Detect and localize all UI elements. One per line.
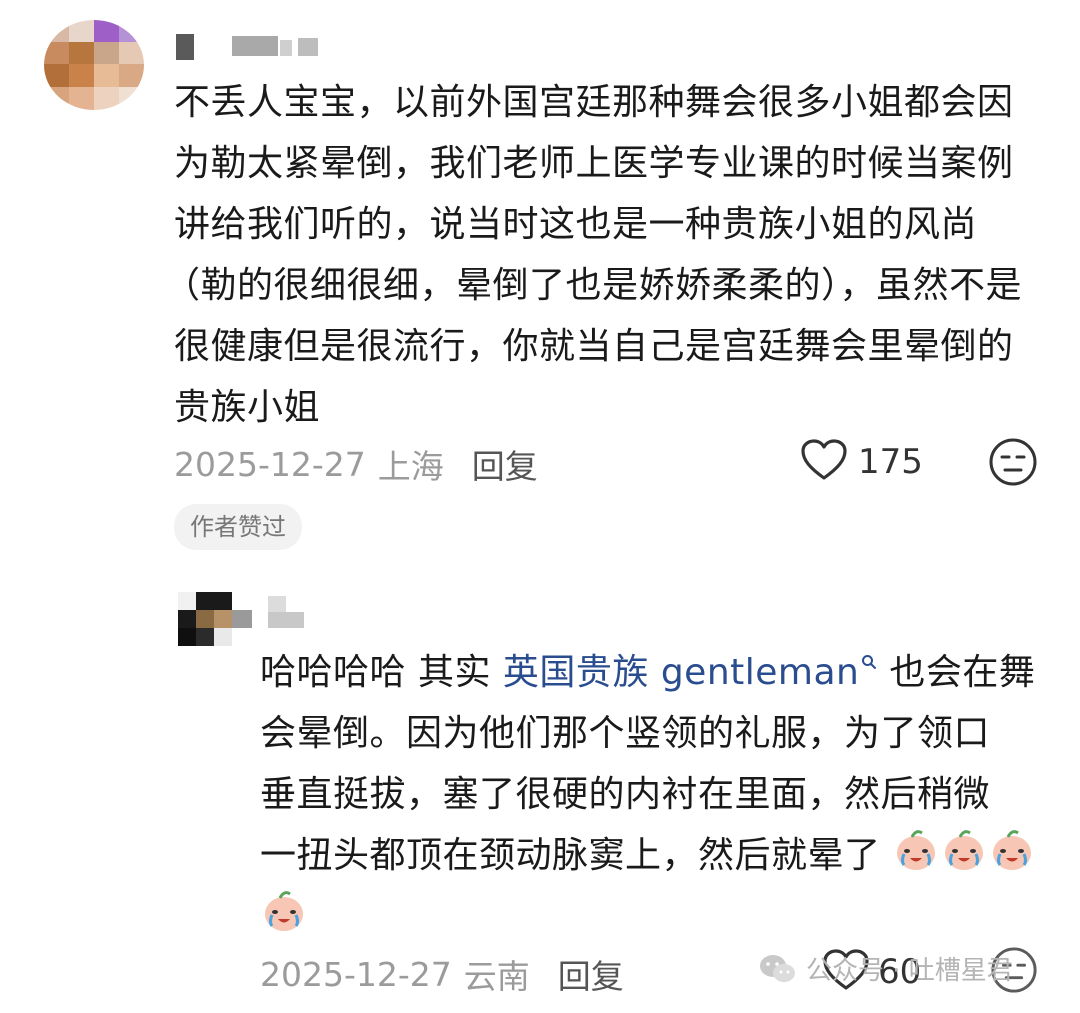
avatar[interactable] bbox=[178, 592, 252, 646]
reply-body: 哈哈哈哈 其实 英国贵族 gentleman 也会在舞 会晕倒。因为他们那个竖领… bbox=[260, 642, 1060, 947]
comment-date: 2025-12-27 bbox=[174, 444, 366, 484]
reply-text: 也会在舞 bbox=[877, 652, 1036, 693]
watermark-text: 公众号 · 吐槽星君 bbox=[806, 956, 1013, 986]
reply-line bbox=[260, 886, 1060, 947]
author-liked-badge: 作者赞过 bbox=[174, 504, 302, 550]
comment-line: 为勒太紧晕倒，我们老师上医学专业课的时候当案例 bbox=[174, 143, 1014, 184]
crying-laughing-emoji-icon bbox=[945, 830, 984, 870]
reply-line: 会晕倒。因为他们那个竖领的礼服，为了领口 bbox=[260, 713, 991, 754]
watermark: 公众号 · 吐槽星君 bbox=[758, 950, 1013, 987]
search-icon bbox=[862, 655, 877, 669]
crying-laughing-emoji-icon bbox=[265, 891, 303, 931]
comment-line: 很健康但是很流行，你就当自己是宫廷舞会里晕倒的 bbox=[174, 326, 1014, 367]
reply-button[interactable]: 回复 bbox=[472, 440, 538, 488]
username-blurred[interactable] bbox=[176, 34, 326, 60]
reply-line: 哈哈哈哈 其实 英国贵族 gentleman 也会在舞 bbox=[260, 642, 1060, 703]
like-button[interactable] bbox=[800, 438, 850, 484]
reply-text: 哈哈哈哈 其实 bbox=[260, 652, 503, 693]
comment-line: 贵族小姐 bbox=[174, 387, 321, 428]
username-blurred[interactable] bbox=[268, 596, 308, 630]
reply-meta: 2025-12-27 云南 回复 bbox=[260, 950, 624, 998]
comment-line: 不丢人宝宝，以前外国宫廷那种舞会很多小姐都会因 bbox=[174, 82, 1014, 123]
comment-line: 讲给我们听的，说当时这也是一种贵族小姐的风尚 bbox=[174, 204, 978, 245]
crying-laughing-emoji-icon bbox=[897, 830, 936, 870]
search-link[interactable]: 英国贵族 gentleman bbox=[503, 652, 877, 693]
wechat-icon bbox=[760, 954, 795, 982]
reply-button[interactable]: 回复 bbox=[558, 950, 624, 998]
comment-line: （勒的很细很细，晕倒了也是娇娇柔柔的），虽然不是 bbox=[164, 265, 1023, 306]
reply-line: 一扭头都顶在颈动脉窦上，然后就晕了 bbox=[260, 825, 1060, 886]
search-link-text: 英国贵族 gentleman bbox=[502, 652, 860, 693]
reply-line: 垂直挺拔，塞了很硬的内衬在里面，然后稍微 bbox=[260, 774, 991, 815]
comment-location: 云南 bbox=[463, 957, 530, 996]
crying-laughing-emoji-icon bbox=[993, 830, 1032, 870]
comment-location: 上海 bbox=[377, 447, 444, 486]
comment-body: 不丢人宝宝，以前外国宫廷那种舞会很多小姐都会因 为勒太紧晕倒，我们老师上医学专业… bbox=[164, 72, 1054, 438]
reply-text: 一扭头都顶在颈动脉窦上，然后就晕了 bbox=[260, 835, 881, 876]
like-count: 175 bbox=[858, 442, 923, 482]
avatar[interactable] bbox=[44, 20, 144, 110]
comment-date: 2025-12-27 bbox=[260, 954, 452, 994]
heart-icon bbox=[801, 439, 847, 480]
comment-meta: 2025-12-27 上海 回复 bbox=[174, 440, 538, 488]
dislike-icon[interactable] bbox=[988, 437, 1038, 487]
